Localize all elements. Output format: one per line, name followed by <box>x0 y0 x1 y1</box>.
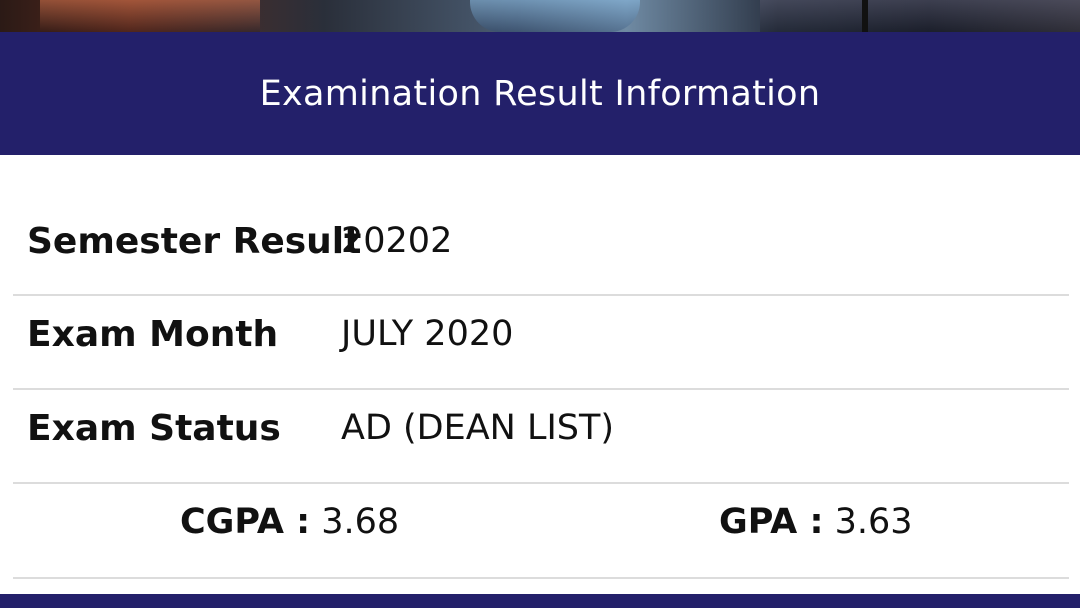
banner-pole <box>862 0 868 32</box>
banner-light-left <box>40 0 260 32</box>
gpa-field: GPA : 3.63 <box>719 502 913 542</box>
semester-result-value: 20202 <box>341 221 453 261</box>
result-table: Semester Result 20202 Exam Month JULY 20… <box>13 201 1069 579</box>
banner-car-shape <box>470 0 640 32</box>
table-row-exam-status: Exam Status AD (DEAN LIST) <box>13 390 1069 484</box>
gpa-value: 3.63 <box>834 502 913 542</box>
banner-image <box>0 0 1080 32</box>
exam-status-value: AD (DEAN LIST) <box>341 408 615 448</box>
page-header: Examination Result Information <box>0 32 1080 155</box>
exam-month-value: JULY 2020 <box>341 314 514 354</box>
exam-status-label: Exam Status <box>27 408 281 449</box>
gpa-summary-row: CGPA : 3.68 GPA : 3.63 <box>13 484 1069 579</box>
table-row-exam-month: Exam Month JULY 2020 <box>13 296 1069 390</box>
page-title: Examination Result Information <box>259 73 821 114</box>
cgpa-value: 3.68 <box>321 502 400 542</box>
cgpa-label: CGPA : <box>180 502 311 542</box>
gpa-label: GPA : <box>719 502 824 542</box>
results-page: Examination Result Information Semester … <box>0 0 1080 608</box>
cgpa-field: CGPA : 3.68 <box>180 502 399 542</box>
exam-month-label: Exam Month <box>27 314 279 355</box>
table-row-semester-result: Semester Result 20202 <box>13 201 1069 296</box>
footer-bar <box>0 594 1080 608</box>
banner-light-right <box>760 0 1080 32</box>
semester-result-label: Semester Result <box>27 221 362 262</box>
